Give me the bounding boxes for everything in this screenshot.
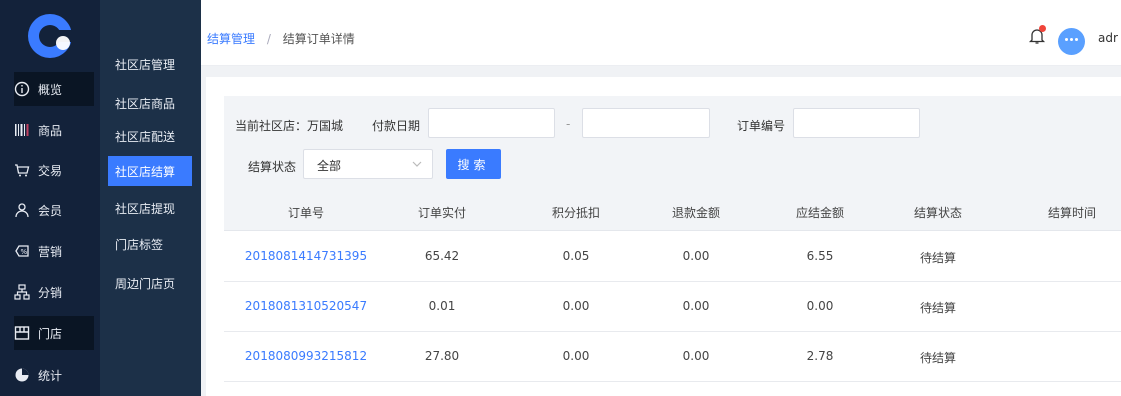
current-store-label: 当前社区店：万国城 (235, 119, 344, 133)
column-header: 订单实付 (417, 206, 467, 220)
main-nav-label: 会员 (38, 203, 63, 218)
barcode-icon (14, 122, 30, 138)
pie-chart-icon (14, 367, 30, 383)
breadcrumb-settlement-link[interactable]: 结算管理 (207, 32, 255, 46)
user-icon (14, 202, 30, 218)
table-cell: 待结算 (919, 251, 957, 265)
table-cell: 0.00 (562, 299, 590, 313)
table-cell: 0.00 (806, 299, 834, 313)
column-header: 订单号 (287, 206, 325, 220)
table-cell: 待结算 (919, 351, 957, 365)
sub-nav-store-withdraw[interactable]: 社区店提现 (108, 193, 192, 223)
column-header: 退款金额 (671, 206, 721, 220)
sub-nav-store-tags[interactable]: 门店标签 (108, 229, 192, 259)
column-header: 结算状态 (913, 206, 963, 220)
main-nav-label: 营销 (38, 244, 63, 259)
sub-nav-store-manage[interactable]: 社区店管理 (108, 49, 192, 79)
chevron-down-icon (412, 161, 422, 167)
column-header: 结算时间 (1047, 206, 1097, 220)
table-row[interactable]: 2018081310520547 0.01 0.00 0.00 0.00 待结算 (224, 282, 1121, 332)
main-nav-label: 交易 (38, 163, 63, 178)
main-nav-label: 统计 (38, 368, 63, 383)
top-header: 结算管理 / 结算订单详情 adr (201, 0, 1121, 66)
breadcrumb: 结算管理 / 结算订单详情 (207, 30, 355, 47)
sub-nav-nearby-stores[interactable]: 周边门店页 (108, 268, 192, 298)
sub-sidebar: 社区店管理 社区店商品 社区店配送 社区店结算 社区店提现 门店标签 周边门店页 (100, 0, 201, 396)
main-nav-trade[interactable]: 交易 (14, 153, 94, 187)
order-no-link[interactable]: 2018081414731395 (245, 249, 367, 263)
table-cell: 0.00 (682, 299, 710, 313)
app-logo[interactable] (28, 14, 72, 58)
sub-nav-label: 社区店管理 (115, 57, 176, 72)
main-nav-distribution[interactable]: 分销 (14, 275, 94, 309)
main-nav-label: 分销 (38, 285, 63, 300)
main-nav-overview[interactable]: 概览 (14, 72, 94, 106)
network-icon (14, 284, 30, 300)
avatar[interactable] (1058, 28, 1085, 55)
status-select[interactable]: 全部 (303, 149, 433, 179)
pay-date-label: 付款日期 (372, 119, 421, 133)
main-nav-label: 概览 (38, 82, 63, 97)
sub-nav-store-goods[interactable]: 社区店商品 (108, 88, 192, 118)
sub-nav-label: 社区店配送 (115, 129, 176, 144)
main-nav-label: 商品 (38, 123, 63, 138)
table-cell: 2.78 (806, 349, 834, 363)
table-row[interactable]: 2018080993215812 27.80 0.00 0.00 2.78 待结算 (224, 332, 1121, 382)
store-icon (14, 325, 30, 341)
status-label: 结算状态 (248, 160, 297, 174)
order-no-link[interactable]: 2018080993215812 (245, 349, 367, 363)
main-nav-goods[interactable]: 商品 (14, 113, 94, 147)
pay-date-end-input[interactable] (582, 108, 710, 138)
order-no-link[interactable]: 2018081310520547 (245, 299, 367, 313)
table-cell: 0.00 (682, 349, 710, 363)
main-nav-marketing[interactable]: % 营销 (14, 234, 94, 268)
sub-nav-label: 社区店结算 (115, 164, 176, 179)
main-nav-label: 门店 (38, 326, 63, 341)
main-nav-statistics[interactable]: 统计 (14, 358, 94, 392)
status-select-value: 全部 (317, 159, 342, 173)
main-sidebar: 概览 商品 交易 会员 % 营销 分销 门店 统计 (0, 0, 100, 396)
table-cell: 0.01 (428, 299, 456, 313)
main-nav-member[interactable]: 会员 (14, 193, 94, 227)
svg-text:%: % (21, 248, 28, 256)
content-panel: 当前社区店：万国城 付款日期 - 订单编号 结算状态 全部 搜索 订单号 订单实付… (206, 77, 1121, 396)
main-nav-store[interactable]: 门店 (14, 316, 94, 350)
column-header: 应结金额 (795, 206, 845, 220)
order-no-label: 订单编号 (737, 119, 786, 133)
sub-nav-label: 社区店提现 (115, 201, 176, 216)
sub-nav-label: 周边门店页 (115, 276, 176, 291)
breadcrumb-separator: / (266, 32, 271, 46)
info-icon (14, 81, 30, 97)
discount-icon: % (14, 243, 30, 259)
table-row[interactable]: 2018081414731395 65.42 0.05 0.00 6.55 待结算 (224, 232, 1121, 282)
sub-nav-label: 社区店商品 (115, 96, 176, 111)
table-cell: 6.55 (806, 249, 834, 263)
table-cell: 65.42 (424, 249, 460, 263)
column-header: 积分抵扣 (551, 206, 601, 220)
table-header: 订单号 订单实付 积分抵扣 退款金额 应结金额 结算状态 结算时间 (224, 191, 1121, 231)
order-no-input[interactable] (793, 108, 920, 138)
table-cell: 0.05 (562, 249, 590, 263)
sub-nav-store-delivery[interactable]: 社区店配送 (108, 121, 192, 151)
sub-nav-label: 门店标签 (115, 237, 164, 252)
pay-date-start-input[interactable] (428, 108, 555, 138)
notification-dot (1039, 25, 1046, 32)
search-button[interactable]: 搜索 (446, 149, 501, 179)
table-cell: 0.00 (562, 349, 590, 363)
sub-nav-store-settlement[interactable]: 社区店结算 (108, 156, 192, 186)
table-cell: 27.80 (424, 349, 460, 363)
table-cell: 待结算 (919, 301, 957, 315)
date-range-separator: - (566, 117, 571, 131)
table-cell: 0.00 (682, 249, 710, 263)
user-name[interactable]: adr (1098, 31, 1118, 45)
breadcrumb-current: 结算订单详情 (282, 32, 355, 46)
cart-icon (14, 162, 30, 178)
